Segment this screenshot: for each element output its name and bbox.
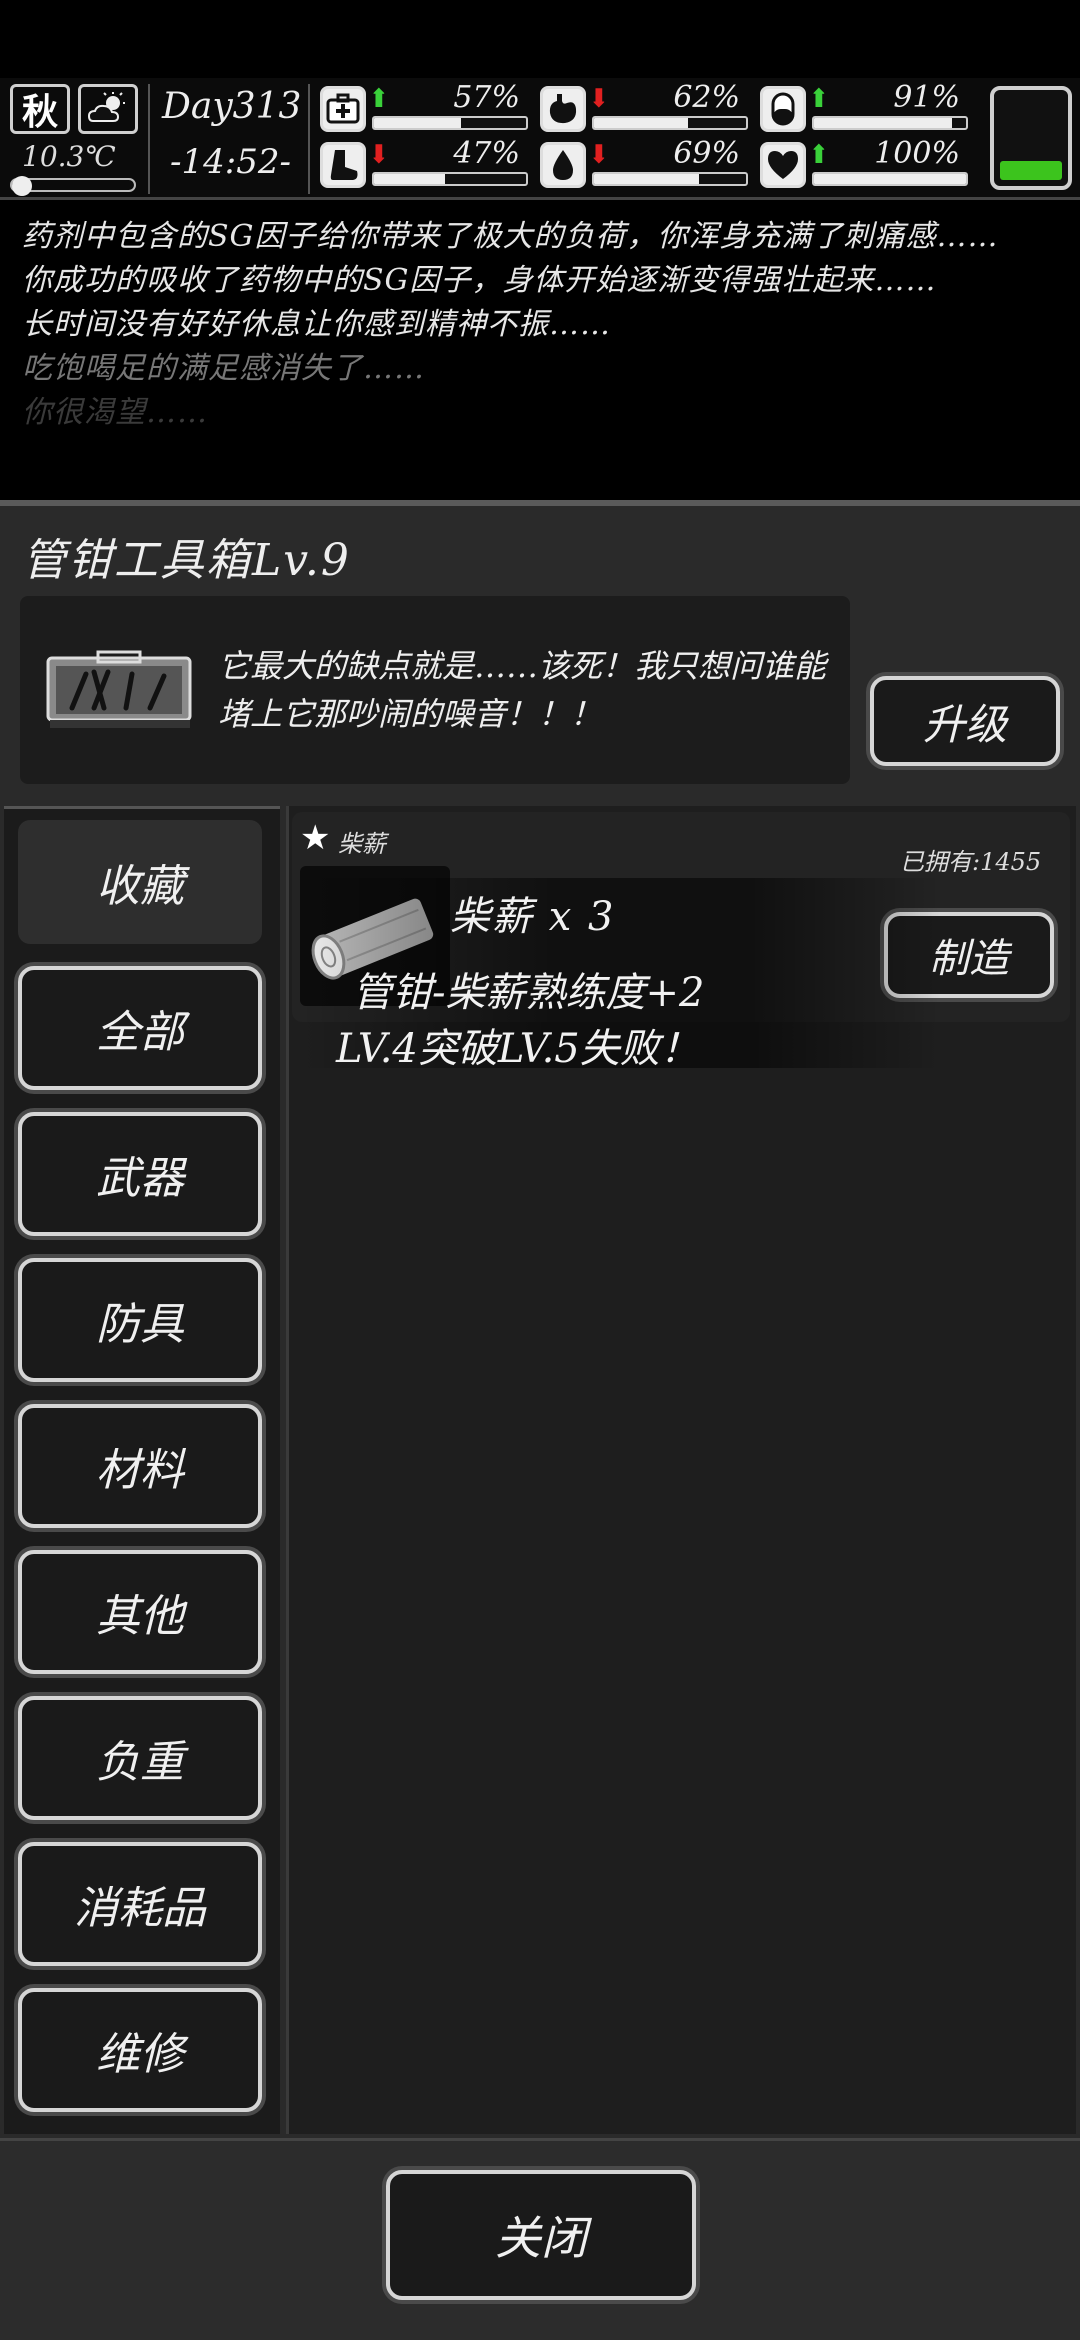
divider [308, 84, 310, 194]
message-log: 药剂中包含的SG因子给你带来了极大的负荷，你浑身充满了刺痛感…… 你成功的吸收了… [0, 203, 1080, 493]
toast-item-gain: 柴薪 x 3 [450, 894, 616, 940]
category-repair[interactable]: 维修 [18, 1988, 262, 2112]
category-armor[interactable]: 防具 [18, 1258, 262, 1382]
health-bar [372, 116, 528, 130]
hunger-bar [592, 116, 748, 130]
toast-breakthrough: LV.4突破LV.5失败！ [336, 1026, 700, 1072]
divider [148, 84, 150, 194]
thirst-percent: 69% [673, 136, 740, 171]
category-all[interactable]: 全部 [18, 966, 262, 1090]
log-entry: 药剂中包含的SG因子给你带来了极大的负荷，你浑身充满了刺痛感…… [22, 219, 999, 254]
category-weapons[interactable]: 武器 [18, 1112, 262, 1236]
energy-bar [812, 116, 968, 130]
log-entry: 你很渴望…… [22, 395, 208, 430]
stamina-bar [372, 172, 528, 186]
heart-icon [760, 142, 806, 188]
season-badge: 秋 [10, 84, 70, 134]
thirst-bar [592, 172, 748, 186]
upgrade-button[interactable]: 升级 [870, 676, 1060, 766]
hunger-percent: 62% [673, 80, 740, 115]
toast-proficiency: 管钳-柴薪熟练度+2 [352, 970, 705, 1016]
temperature-text: 10.3℃ [22, 140, 116, 173]
pill-icon [760, 86, 806, 132]
energy-percent: 91% [893, 80, 960, 115]
toolbox-icon [46, 650, 194, 730]
log-entry: 长时间没有好好休息让你感到精神不振…… [22, 307, 611, 342]
log-entry: 吃饱喝足的满足感消失了…… [22, 351, 425, 386]
category-favorites[interactable]: 收藏 [18, 820, 262, 944]
category-carry[interactable]: 负重 [18, 1696, 262, 1820]
item-description: 它最大的缺点就是……该死！我只想问谁能堵上它那吵闹的噪音！！！ [218, 647, 827, 733]
foot-icon [320, 142, 366, 188]
stamina-percent: 47% [453, 136, 520, 171]
category-materials[interactable]: 材料 [18, 1404, 262, 1528]
mood-percent: 100% [874, 136, 960, 171]
medkit-icon [320, 86, 366, 132]
day-counter: Day313 [162, 86, 302, 127]
close-button[interactable]: 关闭 [386, 2170, 696, 2300]
item-name: 柴薪 [338, 830, 386, 858]
category-consumables[interactable]: 消耗品 [18, 1842, 262, 1966]
health-percent: 57% [453, 80, 520, 115]
temperature-gauge-knob [12, 176, 32, 196]
owned-count: 已拥有:1455 [900, 848, 1042, 876]
partly-cloudy-icon [78, 84, 138, 134]
panel-title: 管钳工具箱Lv.9 [22, 535, 351, 586]
battery-indicator [990, 86, 1072, 190]
log-entry: 你成功的吸收了药物中的SG因子，身体开始逐渐变得强壮起来…… [22, 263, 937, 298]
water-drop-icon [540, 142, 586, 188]
mood-bar [812, 172, 968, 186]
category-other[interactable]: 其他 [18, 1550, 262, 1674]
battery-fill [1000, 160, 1062, 180]
clock-time: -14:52- [170, 142, 291, 182]
stomach-icon [540, 86, 586, 132]
star-icon[interactable]: ★ [300, 818, 330, 858]
